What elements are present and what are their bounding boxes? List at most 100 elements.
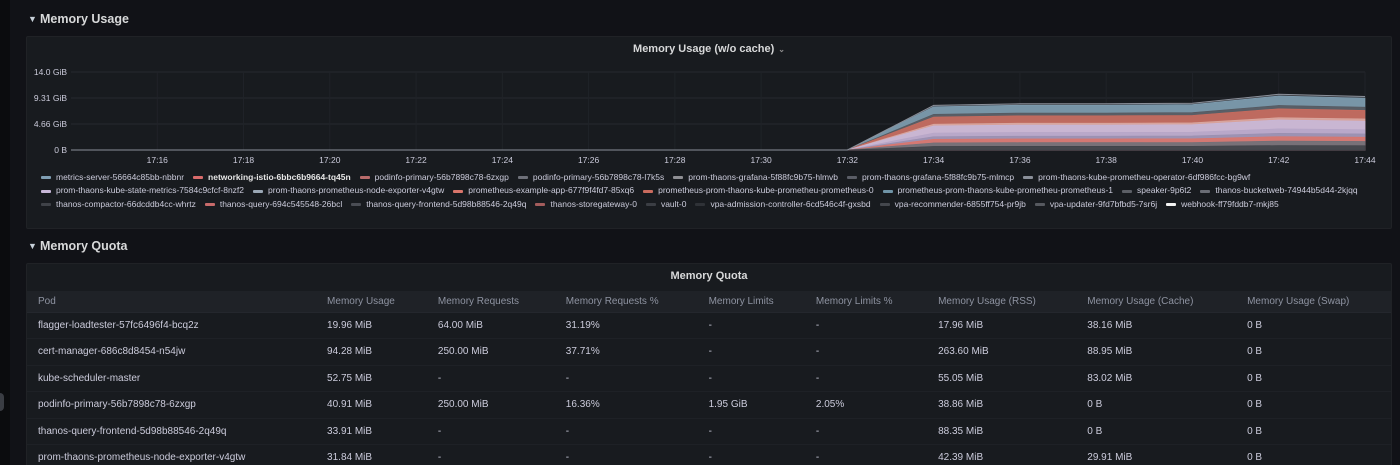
legend-label: podinfo-primary-56b7898c78-l7k5s xyxy=(532,172,665,182)
legend-swatch xyxy=(645,202,656,206)
chevron-down-icon[interactable]: ▼ xyxy=(28,14,38,24)
x-tick-label: 17:34 xyxy=(923,155,945,165)
legend-swatch xyxy=(1200,189,1211,193)
x-tick-label: 17:40 xyxy=(1182,155,1204,165)
legend-label: thanos-compactor-66dcddb4cc-whrtz xyxy=(56,198,196,209)
table-cell: flagger-loadtester-57fc6496f4-bcq2z xyxy=(27,312,317,339)
table-cell: 0 B xyxy=(1076,391,1237,419)
legend-item[interactable]: speaker-9p6t2 xyxy=(1122,184,1191,197)
legend-item[interactable]: vault-0 xyxy=(645,198,686,211)
legend-item[interactable]: prom-thaons-prometheus-node-exporter-v4g… xyxy=(253,184,444,197)
legend-item[interactable]: thanos-query-694c545548-26bcl xyxy=(204,198,342,211)
legend-item[interactable]: prom-thaons-grafana-5f88fc9b75-hlmvb xyxy=(673,171,838,184)
column-header[interactable]: Memory Requests xyxy=(426,291,555,313)
legend-item[interactable]: thanos-storegateway-0 xyxy=(535,198,637,211)
legend-swatch xyxy=(253,189,264,193)
table-row[interactable]: prom-thaons-prometheus-node-exporter-v4g… xyxy=(27,444,1391,465)
legend-swatch xyxy=(41,176,51,180)
table-cell: 263.60 MiB xyxy=(927,338,1077,366)
legend-item[interactable]: thanos-bucketweb-74944b5d44-2kjqq xyxy=(1200,184,1358,197)
column-header[interactable]: Memory Limits xyxy=(697,291,805,313)
table-cell: - xyxy=(804,444,928,465)
x-tick-label: 17:28 xyxy=(664,155,686,165)
row-memory-quota[interactable]: ▼ Memory Quota xyxy=(28,236,128,256)
legend-label: webhook-ff79fddb7-mkj85 xyxy=(1181,198,1279,209)
chevron-down-icon[interactable]: ▼ xyxy=(28,241,38,251)
table-cell: 42.39 MiB xyxy=(927,444,1077,465)
legend-item[interactable]: podinfo-primary-56b7898c78-l7k5s xyxy=(517,171,665,184)
y-tick-label: 14.0 GiB xyxy=(34,67,67,77)
table-cell: 88.35 MiB xyxy=(927,418,1077,445)
table-cell: - xyxy=(554,365,698,392)
column-header[interactable]: Memory Requests % xyxy=(554,291,698,313)
legend-item[interactable]: prom-thaons-kube-prometheu-operator-6df9… xyxy=(1023,171,1250,184)
x-tick-label: 17:18 xyxy=(233,155,255,165)
table-row[interactable]: kube-scheduler-master 52.75 MiB - - - -55.05 … xyxy=(27,365,1391,392)
legend-item[interactable]: thanos-compactor-66dcddb4cc-whrtz xyxy=(41,198,196,211)
side-handle[interactable] xyxy=(0,393,4,411)
y-tick-label: 0 B xyxy=(54,145,67,155)
table-cell: - xyxy=(426,444,555,465)
legend-swatch xyxy=(41,189,51,193)
legend-label: networking-istio-6bbc6b9664-tq45n xyxy=(208,172,351,182)
column-header[interactable]: Memory Limits % xyxy=(804,291,928,313)
legend-label: podinfo-primary-56b7898c78-6zxgp xyxy=(374,172,509,182)
table-row[interactable]: flagger-loadtester-57fc6496f4-bcq2z 19.96… xyxy=(27,312,1391,339)
legend-label: prom-thaons-kube-prometheu-operator-6df9… xyxy=(1038,172,1251,182)
table-cell: - xyxy=(697,312,805,339)
legend-item[interactable]: prometheus-prom-thaons-kube-prometheu-pr… xyxy=(643,184,874,197)
legend-label: thanos-storegateway-0 xyxy=(550,198,637,209)
legend-item[interactable]: podinfo-primary-56b7898c78-6zxgp xyxy=(359,171,509,184)
table-row[interactable]: cert-manager-686c8d8454-n54jw 94.28 MiB 25… xyxy=(27,338,1391,366)
legend-item[interactable]: prom-thaons-kube-state-metrics-7584c9cfc… xyxy=(41,184,244,197)
legend-swatch xyxy=(1023,176,1034,180)
chevron-down-icon: ⌄ xyxy=(778,45,785,54)
table-cell: 0 B xyxy=(1236,391,1391,419)
legend-item[interactable]: prom-thaons-grafana-5f88fc9b75-mlmcp xyxy=(847,171,1014,184)
column-header[interactable]: Memory Usage (Cache) xyxy=(1076,291,1237,313)
table-cell: 94.28 MiB xyxy=(316,338,427,366)
panel-title[interactable]: Memory Quota xyxy=(27,270,1391,282)
column-header[interactable]: Memory Usage (Swap) xyxy=(1236,291,1391,313)
table-row[interactable]: podinfo-primary-56b7898c78-6zxgp 40.91 Mi… xyxy=(27,391,1391,419)
legend-item[interactable]: vpa-recommender-6855ff754-pr9jb xyxy=(879,198,1026,211)
legend-swatch xyxy=(1122,189,1133,193)
table-cell: 250.00 MiB xyxy=(426,338,555,366)
table-cell: 0 B xyxy=(1236,418,1391,445)
column-header[interactable]: Memory Usage xyxy=(316,291,427,313)
panel-title[interactable]: Memory Usage (w/o cache) ⌄ xyxy=(27,43,1391,55)
legend-item[interactable]: thanos-query-frontend-5d98b88546-2q49q xyxy=(351,198,526,211)
legend-item[interactable]: vpa-admission-controller-6cd546c4f-gxsbd xyxy=(695,198,871,211)
legend-label: vpa-admission-controller-6cd546c4f-gxsbd xyxy=(710,198,871,209)
table-row[interactable]: thanos-query-frontend-5d98b88546-2q49q 33… xyxy=(27,418,1391,445)
x-tick-label: 17:42 xyxy=(1268,155,1290,165)
table-cell: 1.95 GiB xyxy=(697,391,805,419)
table-cell: 52.75 MiB xyxy=(316,365,427,392)
table-header-row: Pod Memory Usage Memory Requests Memory Req… xyxy=(27,291,1391,313)
legend-swatch xyxy=(535,202,546,206)
table-cell: 38.16 MiB xyxy=(1076,312,1237,339)
row-memory-usage[interactable]: ▼ Memory Usage xyxy=(28,9,129,29)
legend-item[interactable]: prometheus-example-app-677f9f4fd7-85xq6 xyxy=(453,184,634,197)
legend-item[interactable]: networking-istio-6bbc6b9664-tq45n xyxy=(193,171,351,184)
legend-swatch xyxy=(517,176,528,180)
legend-item[interactable]: metrics-server-56664c85bb-nbbnr xyxy=(41,171,184,184)
x-tick-label: 17:44 xyxy=(1354,155,1376,165)
x-tick-label: 17:24 xyxy=(492,155,514,165)
legend-swatch xyxy=(359,176,370,180)
legend-label: vpa-updater-9fd7bfbd5-7sr6j xyxy=(1049,198,1158,209)
y-tick-label: 9.31 GiB xyxy=(34,93,67,103)
column-header[interactable]: Memory Usage (RSS) xyxy=(927,291,1077,313)
legend-item[interactable]: prometheus-prom-thaons-kube-prometheu-pr… xyxy=(882,184,1113,197)
column-header[interactable]: Pod xyxy=(27,291,317,313)
legend-label: thanos-bucketweb-74944b5d44-2kjqq xyxy=(1215,185,1358,196)
x-tick-label: 17:30 xyxy=(750,155,772,165)
memory-quota-panel: Memory Quota Pod Memory Usage Memory Reque… xyxy=(26,263,1392,465)
legend-label: speaker-9p6t2 xyxy=(1137,185,1192,196)
table-cell: 0 B xyxy=(1236,312,1391,339)
table-cell: 19.96 MiB xyxy=(316,312,427,339)
table-cell: 88.95 MiB xyxy=(1076,338,1237,366)
legend-item[interactable]: vpa-updater-9fd7bfbd5-7sr6j xyxy=(1034,198,1158,211)
table-cell: - xyxy=(804,312,928,339)
legend-item[interactable]: webhook-ff79fddb7-mkj85 xyxy=(1166,198,1279,211)
